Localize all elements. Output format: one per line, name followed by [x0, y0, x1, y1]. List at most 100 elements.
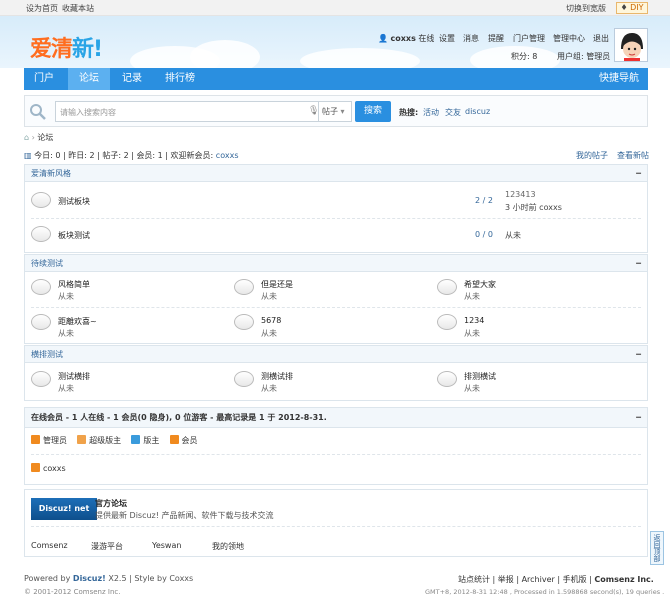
- forum-name[interactable]: 测试板块: [58, 196, 90, 207]
- forum-name[interactable]: 测横试排: [261, 371, 293, 382]
- new-posts-link[interactable]: 查看新帖: [617, 150, 649, 161]
- online-title: 在线会员 - 1 人在线 - 1 会员(0 隐身), 0 位游客 - 最高记录是…: [31, 413, 327, 422]
- divider: [31, 218, 641, 219]
- notifications-link[interactable]: 提醒: [488, 33, 504, 44]
- forum-last-post: 从未: [261, 384, 277, 393]
- newest-member-link[interactable]: coxxs: [216, 151, 239, 160]
- search-type-select[interactable]: 帖子 ▾: [318, 101, 352, 122]
- forum-bubble-icon: [437, 314, 457, 330]
- forum-name[interactable]: 测试横排: [58, 371, 90, 382]
- forum-name[interactable]: 5678: [261, 316, 281, 325]
- discuz-logo[interactable]: Discuz! net: [31, 498, 97, 520]
- text-link[interactable]: 我的领地: [212, 541, 244, 552]
- online-user[interactable]: coxxs: [31, 463, 66, 473]
- link-name[interactable]: 官方论坛: [95, 498, 127, 509]
- footer-link[interactable]: 站点统计: [458, 575, 490, 584]
- site-logo[interactable]: 爱清新!: [30, 31, 103, 63]
- text-link[interactable]: 漫游平台: [91, 541, 123, 552]
- divider: [31, 454, 641, 455]
- footer-link[interactable]: 举报: [498, 575, 514, 584]
- forum-name[interactable]: 希望大家: [464, 279, 496, 290]
- forum-category: 待续测试 ━ 风格简单 从未 但是还是 从未 希望大家 从未 距離欢喜~ 从未 …: [24, 254, 648, 344]
- search-button[interactable]: 搜索: [355, 101, 391, 122]
- diy-button[interactable]: ♦ DIY: [616, 2, 648, 14]
- nav-item-records[interactable]: 记录: [114, 68, 150, 90]
- forum-name[interactable]: 排测横试: [464, 371, 496, 382]
- collapse-icon[interactable]: ━: [636, 165, 641, 182]
- text-link[interactable]: Comsenz: [31, 541, 68, 550]
- hot-search-item[interactable]: discuz: [465, 107, 490, 116]
- member-icon: [169, 435, 179, 444]
- breadcrumb: ⌂ › 论坛: [24, 132, 53, 143]
- divider: [31, 526, 641, 527]
- messages-link[interactable]: 消息: [463, 33, 479, 44]
- forum-category: 横排测试 ━ 测试横排 从未 测横试排 从未 排测横试 从未: [24, 345, 648, 401]
- quick-nav-button[interactable]: 快捷导航: [594, 68, 644, 90]
- chevron-down-icon: ▾: [338, 107, 345, 116]
- forum-last-post: 从未: [261, 329, 277, 338]
- my-posts-link[interactable]: 我的帖子: [576, 150, 608, 161]
- text-link[interactable]: Yeswan: [152, 541, 181, 550]
- collapse-icon[interactable]: ━: [636, 255, 641, 272]
- forum-bubble-icon: [234, 279, 254, 295]
- category-title[interactable]: 爱清新风格: [31, 169, 71, 178]
- collapse-icon[interactable]: ━: [636, 408, 641, 428]
- today-stat: 今日: 0: [34, 151, 61, 160]
- collapse-icon[interactable]: ━: [636, 346, 641, 363]
- friend-links: Discuz! net 官方论坛 提供最新 Discuz! 产品新闻、软件下载与…: [24, 489, 648, 557]
- portal-admin-link[interactable]: 门户管理: [513, 33, 545, 44]
- forum-bubble-icon: [234, 314, 254, 330]
- user-group-text[interactable]: 用户组: 管理员: [557, 51, 610, 62]
- footer-link[interactable]: Comsenz Inc.: [594, 575, 653, 584]
- product-link[interactable]: Discuz!: [73, 574, 106, 583]
- back-to-top-button[interactable]: 返回顶部: [650, 531, 664, 565]
- forum-name[interactable]: 板块测试: [58, 230, 90, 241]
- footer-link[interactable]: Archiver: [522, 575, 555, 584]
- footer-link[interactable]: 手机版: [563, 575, 587, 584]
- forum-bubble-icon: [31, 226, 51, 242]
- divider: [31, 307, 641, 308]
- admin-center-link[interactable]: 管理中心: [553, 33, 585, 44]
- chart-icon: ▥: [24, 151, 32, 160]
- set-home-link[interactable]: 设为首页: [26, 3, 58, 14]
- username-link[interactable]: coxxs: [391, 34, 416, 43]
- forum-bubble-icon: [437, 371, 457, 387]
- forum-name[interactable]: 但是还是: [261, 279, 293, 290]
- avatar[interactable]: [614, 28, 648, 62]
- category-title[interactable]: 横排测试: [31, 350, 63, 359]
- category-header: 爱清新风格 ━: [25, 165, 647, 182]
- forum-name[interactable]: 风格简单: [58, 279, 90, 290]
- last-post-title[interactable]: 123413: [505, 190, 536, 199]
- home-icon[interactable]: ⌂: [24, 133, 29, 142]
- forum-last-post: 从未: [58, 329, 74, 338]
- forum-bubble-icon: [234, 371, 254, 387]
- points-text[interactable]: 积分: 8: [511, 51, 537, 62]
- favorite-link[interactable]: 收藏本站: [62, 3, 94, 14]
- hot-search-item[interactable]: 交友: [445, 107, 461, 118]
- nav-item-ranking[interactable]: 排行榜: [158, 68, 202, 90]
- logout-link[interactable]: 退出: [593, 33, 609, 44]
- category-title[interactable]: 待续测试: [31, 259, 63, 268]
- forum-last-post: 从未: [58, 384, 74, 393]
- server-info: GMT+8, 2012-8-31 12:48 , Processed in 1.…: [425, 588, 665, 596]
- member-legend: 管理员 超级版主 版主 会员: [31, 435, 198, 446]
- forum-last-post: 从未: [261, 292, 277, 301]
- hot-search-item[interactable]: 活动: [423, 107, 439, 118]
- nav-item-forum[interactable]: 论坛: [68, 68, 110, 90]
- main-nav: 门户 论坛 记录 排行榜 快捷导航: [24, 68, 648, 90]
- category-header: 待续测试 ━: [25, 255, 647, 272]
- welcome-text: 欢迎新会员:: [170, 151, 214, 160]
- forum-bubble-icon: [31, 192, 51, 208]
- settings-link[interactable]: 设置: [439, 33, 455, 44]
- nav-item-portal[interactable]: 门户: [24, 68, 64, 90]
- search-input[interactable]: 请输入搜索内容: [55, 101, 323, 122]
- forum-name[interactable]: 1234: [464, 316, 484, 325]
- switch-width-link[interactable]: 切换到宽版: [566, 3, 606, 14]
- admin-icon: [31, 463, 40, 472]
- forum-name[interactable]: 距離欢喜~: [58, 316, 97, 327]
- breadcrumb-current[interactable]: 论坛: [37, 133, 53, 142]
- yesterday-stat: 昨日: 2: [68, 151, 95, 160]
- search-bar: 请输入搜索内容 🎙 帖子 ▾ 搜索 热搜: 活动 交友 discuz: [24, 95, 648, 127]
- forum-last-post: 从未: [464, 292, 480, 301]
- category-header: 横排测试 ━: [25, 346, 647, 363]
